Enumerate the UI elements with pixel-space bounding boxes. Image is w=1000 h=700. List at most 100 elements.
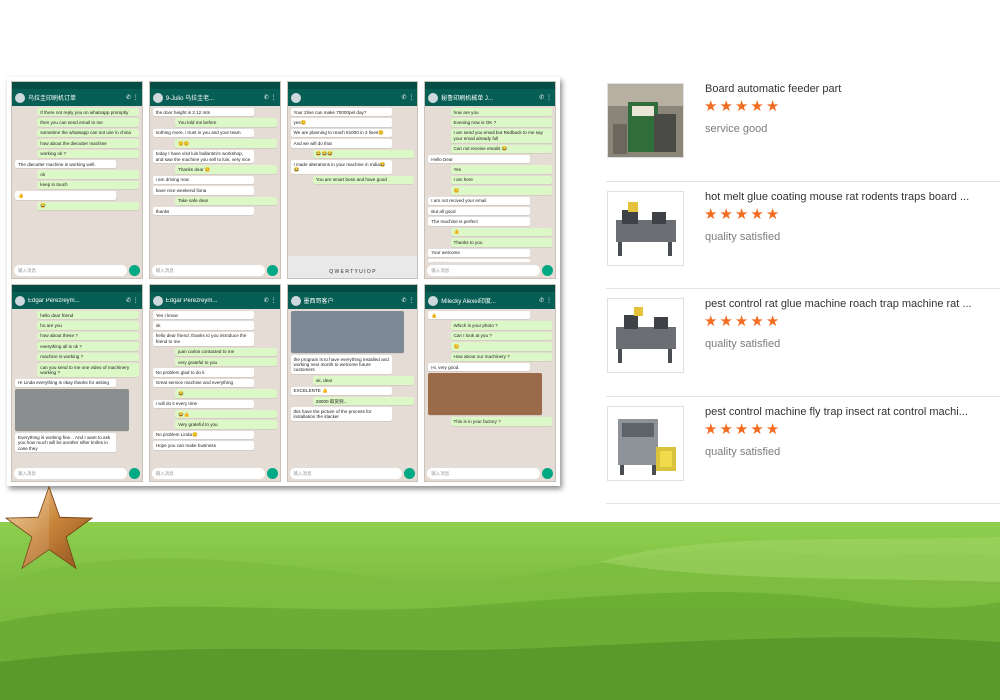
call-icon: ✆ ⋮	[263, 298, 277, 304]
chat-message: 😂😂😂	[312, 149, 415, 159]
chat-message: 😊😊	[175, 139, 277, 148]
chat-contact-name: 乌拉圭印刷机订单	[28, 96, 77, 102]
chat-contact-name: 9-Julio 乌拉圭老...	[165, 96, 215, 102]
avatar	[15, 92, 25, 103]
chat-header: Milecky Alexei印度... ✆ ⋮	[425, 292, 555, 309]
chat-message: 👍	[15, 191, 117, 200]
chat-message: the door height is 2.12 mts	[152, 108, 255, 117]
mic-icon	[266, 264, 278, 276]
chat-message: The diecutter machine is working well.	[15, 160, 117, 169]
review-comment: quality satisfied	[705, 338, 781, 350]
review-product-title[interactable]: pest control rat glue machine roach trap…	[705, 298, 995, 310]
message-input: 输入消息	[14, 467, 127, 479]
chat-message: Thanks	[428, 259, 530, 262]
chat-message: I made alterations in your machine in In…	[290, 160, 392, 174]
chat-message: If there not reply you on whatsapp promp…	[37, 108, 139, 117]
chat-header: 墨西哥客户 ✆ ⋮	[287, 292, 418, 309]
phone-status-bar	[287, 82, 418, 89]
review-product-title[interactable]: pest control machine fly trap insect rat…	[705, 406, 995, 418]
chat-message: very grateful to you	[175, 358, 277, 367]
product-reviews-list: Board automatic feeder part ★ ★ ★ ★ ★ servic…	[606, 74, 1000, 504]
chat-screenshot: 9-Julio 乌拉圭老... ✆ ⋮ the door height is 2.1…	[148, 81, 281, 279]
chat-screenshot: Edgar Perezreym... ✆ ⋮ Yes I know ok hello d…	[148, 284, 281, 482]
chat-message: Can I look at you ?	[450, 331, 552, 341]
chat-message: You told me before	[175, 118, 277, 127]
customer-chat-collage: 乌拉圭印刷机订单 ✆ ⋮ If there not reply you on wha…	[7, 77, 560, 486]
chat-messages: Your 2line can make 70000pel day? yes😊 We …	[288, 106, 418, 262]
chat-message: Very grateful to you	[175, 420, 277, 429]
chat-header: 9-Julio 乌拉圭老... ✆ ⋮	[149, 89, 280, 106]
chat-message: 28000 取货到...	[312, 397, 415, 406]
chat-message: Which is your photo ?	[450, 321, 552, 330]
avatar	[428, 295, 439, 306]
chat-message: Thanks dear 😊	[175, 165, 277, 174]
chat-message: No problem glad to do it	[152, 368, 255, 377]
chat-message: can you send to me one video of machiner…	[37, 363, 139, 377]
review-comment: quality satisfied	[705, 445, 781, 458]
rating-stars: ★ ★ ★ ★ ★	[704, 421, 779, 439]
message-input: 输入消息	[151, 467, 265, 479]
chat-message: how about these ?	[37, 331, 139, 341]
chat-header: Edgar Perezreym... ✆ ⋮	[149, 292, 280, 309]
chat-message: Thanks to you	[450, 238, 552, 247]
chat-message: Your 2line can make 70000pel day?	[290, 108, 392, 117]
call-icon: ✆ ⋮	[539, 95, 552, 101]
chat-screenshot: Edgar Perezreym... ✆ ⋮ hello dear friend ho…	[11, 284, 143, 482]
chat-input-bar: 输入消息	[151, 264, 278, 276]
star-icon: ★	[734, 420, 749, 438]
chat-input-bar: 输入消息	[14, 264, 140, 276]
review-product-title[interactable]: Board automatic feeder part	[705, 83, 995, 95]
product-thumbnail[interactable]	[607, 190, 684, 266]
chat-messages: hello dear friend ho are you how about the…	[12, 309, 142, 465]
chat-contact-name: 秘鲁印刷机械单 J...	[441, 96, 493, 102]
chat-message: I am here	[450, 175, 552, 185]
mic-icon	[404, 467, 416, 479]
star-icon: ★	[719, 98, 733, 115]
review-comment: quality satisfied	[705, 230, 781, 243]
phone-status-bar	[425, 285, 555, 292]
star-icon: ★	[765, 205, 780, 223]
chat-message: How about our machinery ?	[450, 352, 552, 362]
avatar	[15, 295, 25, 306]
chat-message: 😂👍	[175, 410, 277, 419]
message-input: 输入消息	[427, 467, 540, 479]
phone-status-bar	[425, 82, 555, 89]
phone-status-bar	[149, 82, 280, 89]
chat-message: i am driving now	[152, 175, 255, 185]
chat-message: nothing more, i trust in you and your te…	[152, 128, 255, 138]
chat-header: 秘鲁印刷机械单 J... ✆ ⋮	[425, 89, 555, 106]
chat-message: Everything is working fine... And I want…	[15, 433, 117, 453]
star-icon: ★	[765, 420, 780, 438]
chat-message: ok	[37, 170, 139, 179]
chat-photo	[15, 389, 129, 432]
star-icon: ★	[719, 420, 733, 438]
chat-messages: Yes I know ok hello dear friend ,thanks to…	[150, 309, 280, 465]
chat-message: This is in your factory ?	[450, 417, 552, 426]
chat-message: 😊	[450, 186, 552, 195]
review-product-title[interactable]: hot melt glue coating mouse rat rodents …	[705, 191, 995, 203]
product-thumbnail[interactable]	[607, 83, 684, 158]
chat-message: working ok ?	[37, 149, 139, 159]
chat-messages: how are you Evening now is OK ? I am send …	[425, 106, 555, 262]
product-thumbnail[interactable]	[607, 405, 684, 481]
star-icon: ★	[765, 313, 780, 330]
avatar	[152, 92, 163, 103]
avatar	[290, 295, 301, 306]
chat-message: I am not recived your email	[428, 196, 530, 206]
chat-photo	[290, 311, 405, 353]
mic-icon	[128, 264, 140, 276]
chat-messages: If there not reply you on whatsapp promp…	[12, 106, 142, 262]
on-screen-keyboard: Q W E R T Y U I O P	[287, 256, 418, 278]
star-icon: ★	[704, 420, 718, 438]
star-icon: ★	[719, 205, 733, 223]
chat-input-bar: 输入消息	[289, 467, 416, 479]
chat-header: 乌拉圭印刷机订单 ✆ ⋮	[12, 89, 142, 106]
rating-stars: ★ ★ ★ ★ ★	[704, 313, 779, 331]
product-thumbnail[interactable]	[607, 298, 684, 373]
gold-star-icon	[4, 485, 94, 570]
chat-message: Hi Linda everything is okay thanks for a…	[15, 378, 117, 388]
phone-status-bar	[12, 82, 142, 89]
chat-contact-name: 墨西哥客户	[303, 299, 334, 305]
message-input: 输入消息	[14, 264, 127, 276]
chat-message: this have the picture of the process for…	[290, 407, 392, 422]
